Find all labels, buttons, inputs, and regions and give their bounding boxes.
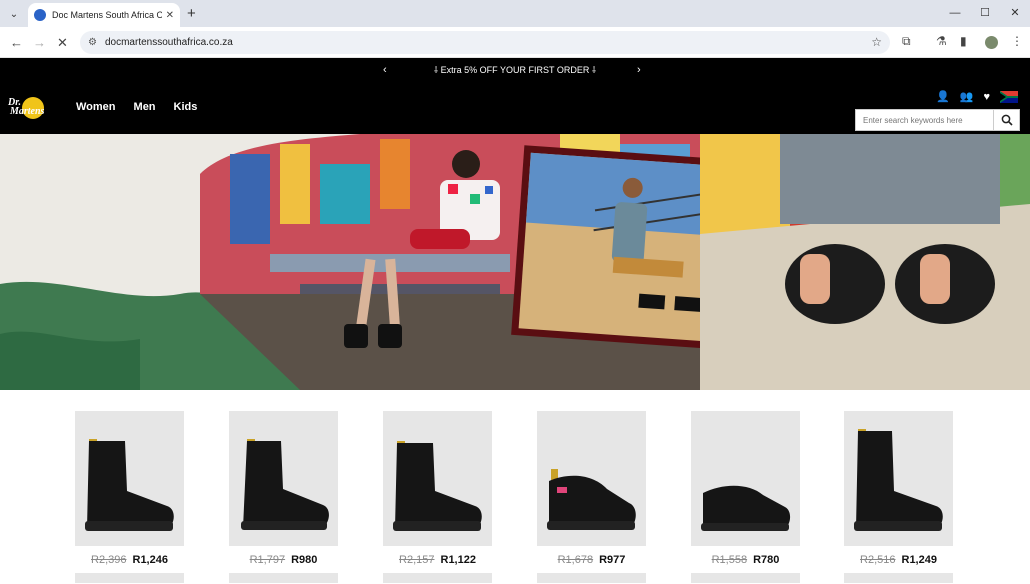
sale-price: R1,122 (440, 554, 476, 566)
tab-close-icon[interactable]: ✕ (166, 10, 174, 21)
search-button[interactable] (993, 109, 1019, 131)
original-price: R1,558 (711, 554, 748, 566)
bookmark-star-icon[interactable]: ☆ (871, 35, 882, 49)
register-icon[interactable]: 👥 (960, 90, 974, 103)
sale-price: R1,246 (132, 554, 168, 566)
browser-tabstrip: ⌄ Doc Martens South Africa Out ✕ + — ☐ ✕ (0, 0, 1030, 27)
back-arrow-icon[interactable]: ← (10, 35, 23, 50)
product-image[interactable] (383, 411, 492, 546)
labs-flask-icon[interactable]: ⚗ (936, 34, 947, 48)
window-close-icon[interactable]: ✕ (1000, 0, 1030, 27)
profile-avatar-icon[interactable] (985, 36, 998, 49)
product-price: R2,516 R1,249 (844, 554, 953, 566)
product-image[interactable] (229, 411, 338, 546)
stop-loading-icon[interactable]: ✕ (57, 35, 68, 51)
header-icons: 👤 👥 ♥ (936, 90, 1018, 103)
boot-image-icon (85, 439, 174, 531)
browser-tab-active[interactable]: Doc Martens South Africa Out ✕ (28, 3, 180, 27)
extensions-icon[interactable]: ⧉ (902, 34, 911, 49)
product-card[interactable]: R2,516 R1,249 (844, 411, 953, 583)
next-row-image[interactable] (691, 573, 800, 583)
next-row-image[interactable] (844, 573, 953, 583)
boot-image-icon (393, 441, 482, 531)
product-price: R1,797 R980 (229, 554, 338, 566)
promo-text-wrap: ⸸ Extra 5% OFF YOUR FIRST ORDER ⸸ (433, 65, 597, 75)
boot-image-icon (241, 439, 329, 530)
menu-kebab-icon[interactable]: ⋮ (1011, 34, 1023, 48)
site-info-icon[interactable]: ⚙ (88, 37, 97, 48)
window-controls: — ☐ ✕ (940, 0, 1030, 27)
minimize-icon[interactable]: — (940, 0, 970, 27)
product-image[interactable] (844, 411, 953, 546)
product-card[interactable]: R1,558 R780 (691, 411, 800, 583)
new-tab-plus-icon[interactable]: + (187, 5, 196, 22)
original-price: R1,678 (557, 554, 594, 566)
promo-text: Extra 5% OFF YOUR FIRST ORDER (440, 65, 590, 75)
shoe-image-icon (547, 469, 636, 530)
promo-bar: ‹ ⸸ Extra 5% OFF YOUR FIRST ORDER ⸸ › (0, 58, 1030, 82)
product-price: R2,157 R1,122 (383, 554, 492, 566)
site-favicon-icon (34, 9, 46, 21)
product-price: R1,558 R780 (691, 554, 800, 566)
tab-search-chevron-icon[interactable]: ⌄ (6, 6, 22, 22)
search-box (855, 109, 1020, 131)
product-price: R1,678 R977 (537, 554, 646, 566)
tall-boot-image-icon (854, 429, 943, 531)
product-image[interactable] (75, 411, 184, 546)
nav-kids[interactable]: Kids (174, 101, 198, 113)
original-price: R2,396 (91, 554, 127, 566)
next-row-image[interactable] (229, 573, 338, 583)
search-input[interactable] (856, 115, 994, 125)
next-row-image[interactable] (537, 573, 646, 583)
dr-martens-logo[interactable]: Dr. Martens (6, 92, 56, 122)
nav-women[interactable]: Women (76, 101, 116, 113)
main-nav: Women Men Kids (76, 101, 197, 113)
hero-banner[interactable] (0, 134, 1030, 390)
product-card[interactable]: R2,157 R1,122 (383, 411, 492, 583)
sale-price: R1,249 (901, 554, 937, 566)
product-image[interactable] (691, 411, 800, 546)
url-text: docmartenssouthafrica.co.za (104, 37, 233, 48)
forward-arrow-icon[interactable]: → (33, 35, 46, 50)
product-image[interactable] (537, 411, 646, 546)
product-price: R2,396 R1,246 (75, 554, 184, 566)
side-panel-icon[interactable]: ▮ (960, 34, 967, 48)
promo-prev-icon[interactable]: ‹ (383, 58, 387, 82)
next-row-image[interactable] (75, 573, 184, 583)
wishlist-heart-icon[interactable]: ♥ (983, 91, 990, 103)
website: ‹ ⸸ Extra 5% OFF YOUR FIRST ORDER ⸸ › Dr… (0, 58, 1030, 584)
original-price: R2,157 (399, 554, 435, 566)
sale-price: R780 (753, 554, 780, 566)
sale-price: R980 (291, 554, 318, 566)
original-price: R2,516 (860, 554, 896, 566)
nav-men[interactable]: Men (134, 101, 156, 113)
product-card[interactable]: R1,678 R977 (537, 411, 646, 583)
south-africa-flag-icon[interactable] (1000, 90, 1018, 103)
maximize-icon[interactable]: ☐ (970, 0, 1000, 27)
shoe-image-icon (701, 485, 791, 531)
product-card[interactable]: R2,396 R1,246 (75, 411, 184, 583)
svg-text:Martens: Martens (9, 106, 45, 117)
search-icon (1001, 114, 1013, 126)
browser-toolbar: ← → ✕ ⚙ docmartenssouthafrica.co.za ☆ ⧉ … (0, 27, 1030, 58)
tab-title: Doc Martens South Africa Out (52, 10, 162, 20)
next-row-image[interactable] (383, 573, 492, 583)
address-bar[interactable]: ⚙ docmartenssouthafrica.co.za ☆ (80, 31, 890, 54)
account-icon[interactable]: 👤 (936, 90, 950, 103)
sale-price: R977 (599, 554, 626, 566)
promo-next-icon[interactable]: › (637, 58, 641, 82)
original-price: R1,797 (249, 554, 286, 566)
product-card[interactable]: R1,797 R980 (229, 411, 338, 583)
